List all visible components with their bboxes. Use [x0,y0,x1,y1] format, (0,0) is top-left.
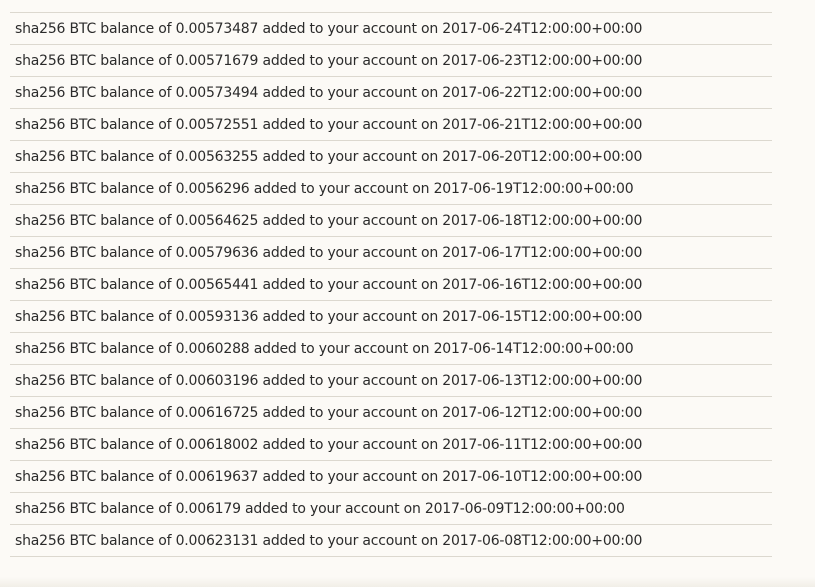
transaction-text: sha256 BTC balance of 0.006179 added to … [15,500,625,517]
list-item: sha256 BTC balance of 0.00603196 added t… [10,365,772,397]
transaction-text: sha256 BTC balance of 0.00573487 added t… [15,20,643,37]
transaction-text: sha256 BTC balance of 0.00572551 added t… [15,116,643,133]
list-item: sha256 BTC balance of 0.00616725 added t… [10,397,772,429]
transaction-text: sha256 BTC balance of 0.00593136 added t… [15,308,643,325]
list-item: sha256 BTC balance of 0.00619637 added t… [10,461,772,493]
list-item: sha256 BTC balance of 0.00563255 added t… [10,141,772,173]
transaction-text: sha256 BTC balance of 0.00571679 added t… [15,52,643,69]
list-item: sha256 BTC balance of 0.00618002 added t… [10,429,772,461]
transaction-text: sha256 BTC balance of 0.00579636 added t… [15,244,643,261]
transaction-text: sha256 BTC balance of 0.00565441 added t… [15,276,643,293]
list-item: sha256 BTC balance of 0.006179 added to … [10,493,772,525]
transaction-text: sha256 BTC balance of 0.00623131 added t… [15,532,643,549]
transaction-text: sha256 BTC balance of 0.00616725 added t… [15,404,643,421]
transaction-history-page: sha256 BTC balance of 0.00573487 added t… [0,0,815,587]
list-item: sha256 BTC balance of 0.00572551 added t… [10,109,772,141]
transaction-text: sha256 BTC balance of 0.0056296 added to… [15,180,634,197]
list-item: sha256 BTC balance of 0.00573487 added t… [10,13,772,45]
list-item: sha256 BTC balance of 0.0056296 added to… [10,173,772,205]
list-item: sha256 BTC balance of 0.00623131 added t… [10,525,772,557]
list-item: sha256 BTC balance of 0.00564625 added t… [10,205,772,237]
transaction-list: sha256 BTC balance of 0.00573487 added t… [10,12,772,557]
list-item: sha256 BTC balance of 0.00571679 added t… [10,45,772,77]
transaction-text: sha256 BTC balance of 0.00603196 added t… [15,372,643,389]
transaction-text: sha256 BTC balance of 0.00564625 added t… [15,212,643,229]
transaction-text: sha256 BTC balance of 0.00573494 added t… [15,84,643,101]
list-item: sha256 BTC balance of 0.00565441 added t… [10,269,772,301]
transaction-text: sha256 BTC balance of 0.0060288 added to… [15,340,634,357]
list-item: sha256 BTC balance of 0.00579636 added t… [10,237,772,269]
list-item: sha256 BTC balance of 0.00573494 added t… [10,77,772,109]
transaction-text: sha256 BTC balance of 0.00563255 added t… [15,148,643,165]
list-item: sha256 BTC balance of 0.00593136 added t… [10,301,772,333]
list-item: sha256 BTC balance of 0.0060288 added to… [10,333,772,365]
transaction-text: sha256 BTC balance of 0.00618002 added t… [15,436,643,453]
bottom-edge-shadow [0,577,815,587]
transaction-text: sha256 BTC balance of 0.00619637 added t… [15,468,643,485]
